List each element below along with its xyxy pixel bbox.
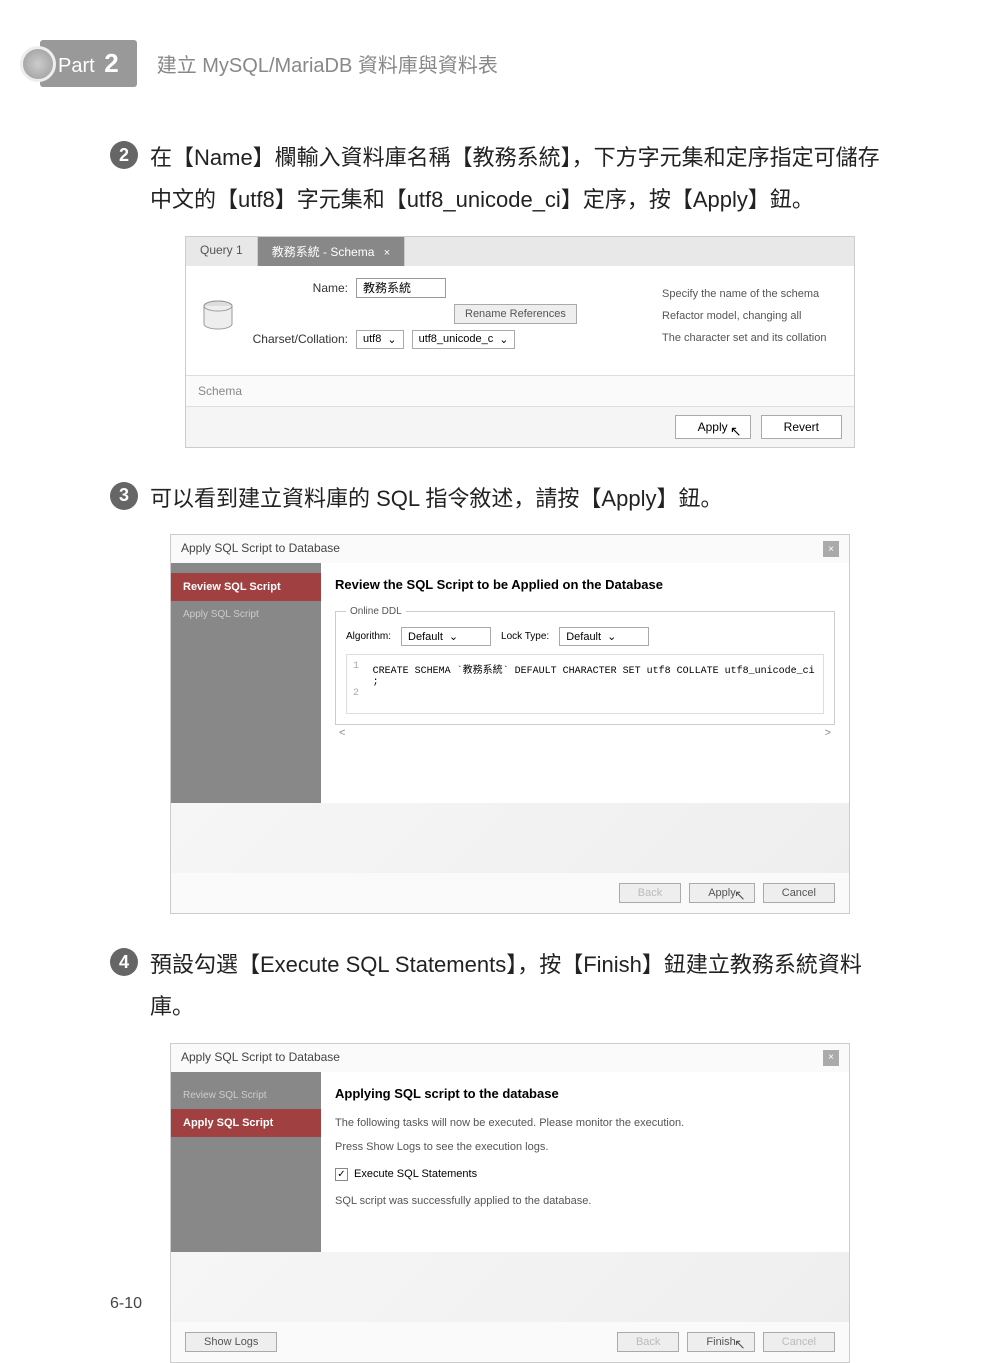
chevron-down-icon: ⌄ bbox=[449, 630, 458, 643]
dialog-sidebar: Review SQL Script Apply SQL Script bbox=[171, 563, 321, 803]
line-number: 1 bbox=[353, 661, 373, 688]
screenshot-apply-sql: Apply SQL Script to Database × Review SQ… bbox=[170, 1043, 850, 1363]
chevron-down-icon: ⌄ bbox=[607, 630, 616, 643]
step-2-badge: 2 bbox=[110, 141, 138, 169]
collation-value: utf8_unicode_c bbox=[419, 333, 494, 345]
apply-button[interactable]: Apply ↖ bbox=[675, 415, 751, 439]
line-number: 2 bbox=[353, 688, 373, 699]
step-2-text: 在【Name】欄輸入資料庫名稱【教務系統】，下方字元集和定序指定可儲存中文的【u… bbox=[150, 137, 890, 221]
sidebar-apply-sql[interactable]: Apply SQL Script bbox=[171, 1109, 321, 1137]
success-message: SQL script was successfully applied to t… bbox=[335, 1193, 835, 1210]
cancel-button[interactable]: Cancel bbox=[763, 883, 835, 903]
close-icon[interactable]: × bbox=[823, 541, 839, 557]
panel-title: Applying SQL script to the database bbox=[335, 1086, 835, 1101]
locktype-label: Lock Type: bbox=[501, 631, 549, 642]
feather-decoration bbox=[171, 1252, 849, 1322]
name-input[interactable] bbox=[356, 278, 446, 298]
sidebar-review-sql: Review SQL Script bbox=[171, 1082, 321, 1109]
dialog-title-text: Apply SQL Script to Database bbox=[181, 1050, 340, 1066]
name-label: Name: bbox=[248, 281, 348, 295]
scroll-right-icon[interactable]: > bbox=[825, 727, 831, 739]
part-label: Part bbox=[58, 55, 95, 77]
page-number: 6-10 bbox=[110, 1295, 142, 1313]
step-3-text: 可以看到建立資料庫的 SQL 指令敘述，請按【Apply】鈕。 bbox=[150, 478, 722, 520]
collation-select[interactable]: utf8_unicode_c ⌄ bbox=[412, 330, 516, 349]
locktype-select[interactable]: Default⌄ bbox=[559, 627, 649, 646]
close-icon[interactable]: × bbox=[823, 1050, 839, 1066]
header-title: 建立 MySQL/MariaDB 資料庫與資料表 bbox=[157, 49, 498, 78]
tab-schema[interactable]: 教務系統 - Schema × bbox=[258, 237, 405, 266]
close-icon[interactable]: × bbox=[384, 247, 390, 259]
feather-decoration bbox=[171, 803, 849, 873]
showlogs-button[interactable]: Show Logs bbox=[185, 1332, 277, 1352]
step-3: 3 可以看到建立資料庫的 SQL 指令敘述，請按【Apply】鈕。 Apply … bbox=[110, 478, 890, 915]
sidebar-review-sql[interactable]: Review SQL Script bbox=[171, 573, 321, 601]
desc-charset: The character set and its collation bbox=[662, 332, 842, 344]
schema-label: Schema bbox=[186, 375, 854, 406]
checkbox-label: Execute SQL Statements bbox=[354, 1168, 477, 1180]
screenshot-schema-form: Query 1 教務系統 - Schema × Name: bbox=[185, 236, 855, 448]
execute-sql-checkbox[interactable]: ✓ bbox=[335, 1168, 348, 1181]
finish-button[interactable]: Finish ↖ bbox=[687, 1332, 754, 1352]
chevron-down-icon: ⌄ bbox=[387, 333, 396, 346]
dialog-title-text: Apply SQL Script to Database bbox=[181, 541, 340, 557]
cursor-icon: ↖ bbox=[734, 887, 746, 904]
charset-label: Charset/Collation: bbox=[248, 332, 348, 346]
apply-button[interactable]: Apply ↖ bbox=[689, 883, 755, 903]
algorithm-select[interactable]: Default⌄ bbox=[401, 627, 491, 646]
tab-query1[interactable]: Query 1 bbox=[186, 237, 258, 266]
back-button: Back bbox=[617, 1332, 679, 1352]
database-icon bbox=[198, 296, 238, 336]
step-3-badge: 3 bbox=[110, 482, 138, 510]
page-header: Part 2 建立 MySQL/MariaDB 資料庫與資料表 bbox=[0, 0, 1000, 107]
step-4-text: 預設勾選【Execute SQL Statements】，按【Finish】鈕建… bbox=[150, 944, 890, 1028]
desc-rename: Refactor model, changing all bbox=[662, 310, 842, 322]
part-badge: Part 2 bbox=[40, 40, 137, 87]
charset-select[interactable]: utf8 ⌄ bbox=[356, 330, 404, 349]
fieldset-legend: Online DDL bbox=[346, 606, 406, 617]
desc-name: Specify the name of the schema bbox=[662, 288, 842, 300]
tab-schema-label: 教務系統 - Schema bbox=[272, 245, 375, 259]
scroll-left-icon[interactable]: < bbox=[339, 727, 345, 739]
screenshot-review-sql: Apply SQL Script to Database × Review SQ… bbox=[170, 534, 850, 914]
rename-references-button[interactable]: Rename References bbox=[454, 304, 577, 324]
algorithm-label: Algorithm: bbox=[346, 631, 391, 642]
info-line1: The following tasks will now be executed… bbox=[335, 1115, 835, 1132]
step-4: 4 預設勾選【Execute SQL Statements】，按【Finish】… bbox=[110, 944, 890, 1363]
part-number: 2 bbox=[104, 48, 118, 78]
step-4-badge: 4 bbox=[110, 948, 138, 976]
back-button: Back bbox=[619, 883, 681, 903]
cursor-icon: ↖ bbox=[730, 423, 742, 440]
chevron-down-icon: ⌄ bbox=[499, 333, 508, 346]
step-2: 2 在【Name】欄輸入資料庫名稱【教務系統】，下方字元集和定序指定可儲存中文的… bbox=[110, 137, 890, 448]
dialog-sidebar: Review SQL Script Apply SQL Script bbox=[171, 1072, 321, 1252]
sidebar-apply-sql: Apply SQL Script bbox=[171, 601, 321, 628]
panel-title: Review the SQL Script to be Applied on t… bbox=[335, 577, 835, 592]
sql-textarea[interactable]: 1CREATE SCHEMA `教務系統` DEFAULT CHARACTER … bbox=[346, 654, 824, 714]
charset-value: utf8 bbox=[363, 333, 381, 345]
revert-button[interactable]: Revert bbox=[761, 415, 842, 439]
info-line2: Press Show Logs to see the execution log… bbox=[335, 1139, 835, 1156]
cursor-icon: ↖ bbox=[734, 1336, 746, 1353]
tabs-bar: Query 1 教務系統 - Schema × bbox=[186, 237, 854, 266]
sql-code-line: CREATE SCHEMA `教務系統` DEFAULT CHARACTER S… bbox=[373, 661, 817, 688]
cancel-button: Cancel bbox=[763, 1332, 835, 1352]
